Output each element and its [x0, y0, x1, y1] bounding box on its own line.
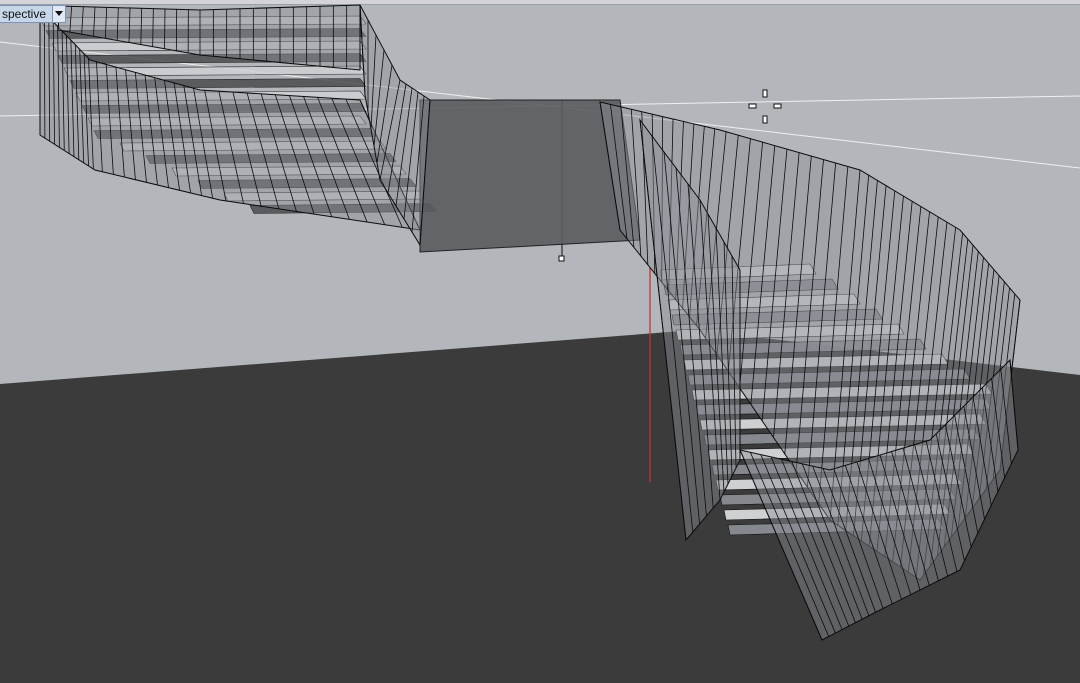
- control-point[interactable]: [558, 255, 565, 262]
- crosshair-icon: [748, 89, 782, 124]
- viewport-title[interactable]: spective: [0, 6, 52, 22]
- viewport-canvas[interactable]: [0, 0, 1080, 683]
- viewport-title-tab[interactable]: spective: [0, 5, 67, 23]
- perspective-viewport[interactable]: spective: [0, 0, 1080, 683]
- railing-baluster: [164, 8, 166, 49]
- chevron-down-icon: [55, 11, 64, 16]
- viewport-menu-button[interactable]: [52, 6, 66, 22]
